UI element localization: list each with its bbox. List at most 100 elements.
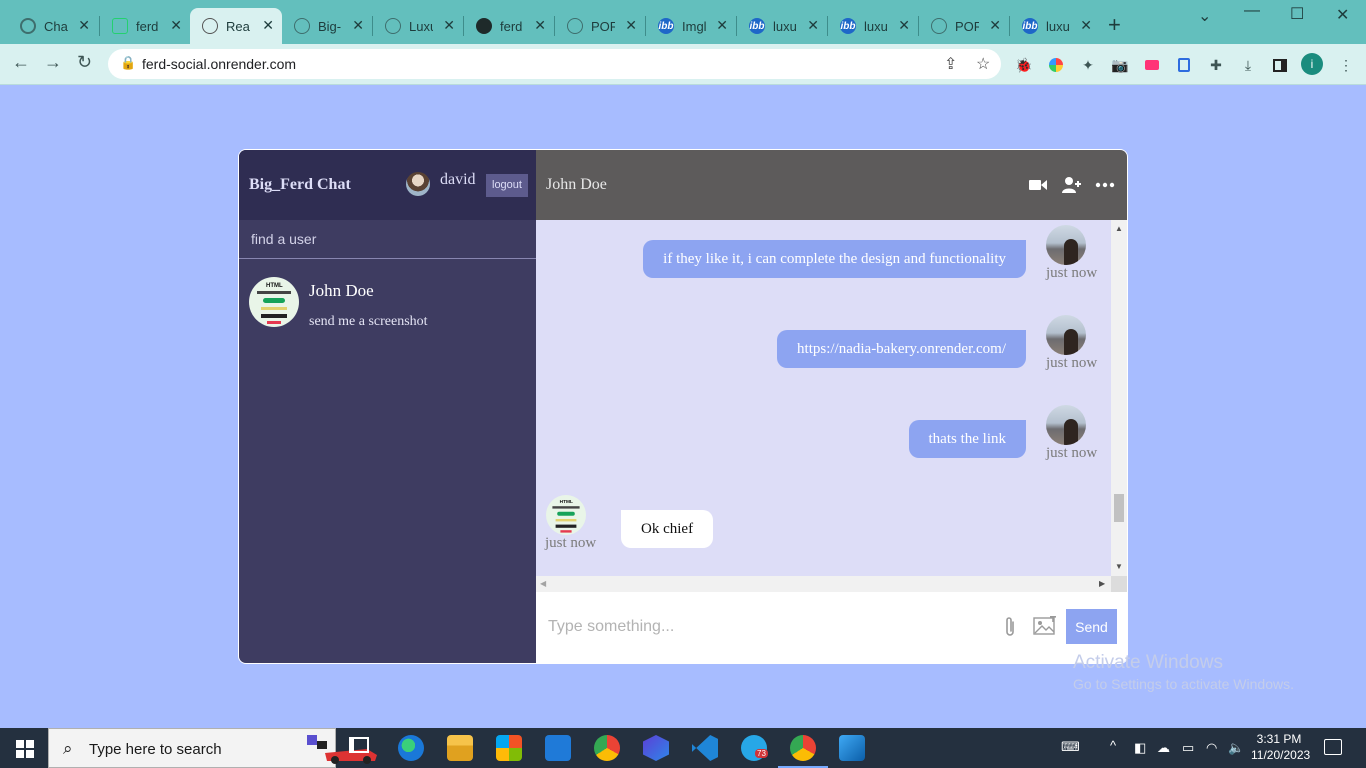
browser-tab[interactable]: ferd ✕ — [100, 8, 190, 44]
messages-area[interactable]: if they like it, i can complete the desi… — [536, 220, 1111, 576]
file-explorer-icon[interactable] — [447, 735, 473, 761]
contact-name: John Doe — [309, 281, 374, 300]
current-user-name: david — [440, 171, 476, 188]
share-icon[interactable]: ⇪ — [944, 54, 957, 74]
profile-avatar[interactable]: i — [1301, 53, 1323, 75]
browser-tab[interactable]: ibb Imgl ✕ — [646, 8, 736, 44]
windows-start-icon[interactable] — [16, 740, 34, 758]
close-icon[interactable]: ✕ — [898, 17, 910, 34]
add-user-icon[interactable] — [1061, 175, 1081, 195]
chrome-active-icon[interactable] — [778, 735, 828, 768]
logout-button[interactable]: logout — [486, 174, 528, 197]
close-icon[interactable]: ✕ — [625, 17, 637, 34]
browser-tab[interactable]: ibb luxu ✕ — [737, 8, 827, 44]
close-icon[interactable]: ✕ — [989, 17, 1001, 34]
tab-title: Reac — [226, 18, 250, 34]
bookmark-star-icon[interactable]: ☆ — [976, 54, 990, 74]
photos-app-icon[interactable] — [839, 735, 865, 761]
forward-arrow-icon[interactable]: → — [44, 52, 62, 73]
user-avatar — [406, 172, 430, 196]
close-icon[interactable]: ✕ — [78, 17, 90, 34]
close-icon[interactable]: ✕ — [716, 17, 728, 34]
tab-search-chevron-icon[interactable]: ⌄ — [1198, 6, 1211, 26]
microsoft-store-icon[interactable] — [496, 735, 522, 761]
bug-extension-icon[interactable]: 🐞 — [1015, 56, 1033, 74]
video-camera-icon[interactable] — [1028, 175, 1048, 195]
last-message-preview: send me a screenshot — [309, 314, 428, 329]
message-input[interactable] — [548, 616, 988, 638]
close-icon[interactable]: ✕ — [352, 17, 364, 34]
maximize-icon[interactable]: ☐ — [1290, 4, 1304, 24]
scroll-down-arrow-icon[interactable]: ▼ — [1115, 562, 1123, 571]
scrollbar-thumb[interactable] — [1114, 494, 1124, 522]
telegram-icon[interactable]: 73 — [741, 735, 768, 761]
close-icon[interactable]: ✕ — [443, 17, 455, 34]
new-tab-plus-icon[interactable]: + — [1108, 12, 1121, 38]
taskbar-search-box[interactable]: ⌕ Type here to search — [48, 728, 377, 768]
browser-tab[interactable]: ibb luxu ✕ — [828, 8, 918, 44]
mail-icon[interactable] — [545, 735, 571, 761]
edge-browser-icon[interactable] — [398, 735, 424, 761]
address-bar[interactable]: 🔒 ferd-social.onrender.com ⇪ ☆ — [108, 49, 1001, 79]
notification-center-icon[interactable] — [1324, 739, 1342, 755]
close-icon[interactable]: ✕ — [534, 17, 546, 34]
recorder-extension-icon[interactable] — [1143, 56, 1161, 74]
lock-icon[interactable]: 🔒 — [120, 55, 136, 71]
meet-now-icon[interactable]: ◧ — [1134, 740, 1146, 756]
vertical-scrollbar[interactable]: ▲ ▼ — [1111, 220, 1127, 576]
browser-tab[interactable]: Luxu ✕ — [373, 8, 463, 44]
browser-tab[interactable]: POR ✕ — [555, 8, 645, 44]
close-icon[interactable]: ✕ — [1080, 17, 1092, 34]
browser-tab[interactable]: POR ✕ — [919, 8, 1009, 44]
app-logo-text: Big_Ferd Chat — [249, 176, 351, 193]
scroll-up-arrow-icon[interactable]: ▲ — [1115, 224, 1123, 233]
current-user: david — [406, 171, 476, 196]
browser-tab[interactable]: Big- ✕ — [282, 8, 372, 44]
send-button[interactable]: Send — [1066, 609, 1117, 644]
back-arrow-icon[interactable]: ← — [12, 52, 30, 73]
scroll-left-arrow-icon[interactable]: ◀ — [540, 579, 546, 588]
keyboard-icon[interactable]: ⌨ — [1061, 739, 1080, 755]
close-icon[interactable]: ✕ — [807, 17, 819, 34]
browser-toolbar: ← → ↻ 🔒 ferd-social.onrender.com ⇪ ☆ 🐞 ✦… — [0, 44, 1366, 85]
chrome-icon[interactable] — [594, 735, 620, 761]
scroll-right-arrow-icon[interactable]: ▶ — [1099, 579, 1105, 588]
globe-icon — [931, 18, 947, 34]
vscode-icon[interactable] — [692, 735, 718, 761]
more-options-icon[interactable] — [1095, 175, 1115, 195]
wifi-icon[interactable]: ◠ — [1206, 740, 1217, 756]
side-panel-icon[interactable] — [1271, 56, 1289, 74]
visual-studio-app-icon[interactable] — [643, 735, 669, 761]
tab-title: luxu — [773, 18, 797, 34]
paperclip-icon[interactable] — [1002, 616, 1018, 638]
system-clock[interactable]: 3:31 PM 11/20/2023 — [1251, 732, 1310, 762]
extension-icon[interactable]: ✦ — [1079, 56, 1097, 74]
browser-tab[interactable]: ibb luxu ✕ — [1010, 8, 1100, 44]
horizontal-scrollbar[interactable]: ◀ ▶ — [536, 576, 1111, 592]
message-owner: thats the link just now — [536, 400, 1111, 490]
reload-icon[interactable]: ↻ — [77, 52, 92, 73]
onedrive-icon[interactable]: ☁ — [1157, 740, 1170, 756]
find-user-input[interactable] — [251, 231, 511, 247]
task-view-icon[interactable] — [349, 737, 375, 763]
chat-list-item[interactable]: HTML John Doe send me a screenshot — [239, 260, 535, 340]
download-icon[interactable]: ⤓ — [1239, 56, 1257, 74]
image-upload-icon[interactable] — [1033, 616, 1057, 636]
close-icon[interactable]: ✕ — [262, 17, 274, 34]
kebab-menu-icon[interactable]: ⋮ — [1337, 56, 1355, 74]
minimize-icon[interactable]: — — [1244, 2, 1260, 20]
camera-extension-icon[interactable]: 📷 — [1111, 56, 1129, 74]
browser-tab-active[interactable]: Reac ✕ — [190, 8, 282, 44]
close-icon[interactable]: ✕ — [170, 17, 182, 34]
clipboard-extension-icon[interactable] — [1175, 56, 1193, 74]
color-picker-extension-icon[interactable] — [1047, 56, 1065, 74]
close-window-icon[interactable]: ✕ — [1336, 5, 1349, 25]
puzzle-extensions-icon[interactable]: ✚ — [1207, 56, 1225, 74]
message-owner: if they like it, i can complete the desi… — [536, 220, 1111, 310]
volume-icon[interactable]: 🔈 — [1228, 740, 1244, 756]
battery-icon[interactable]: ▭ — [1182, 740, 1194, 756]
browser-tab[interactable]: ferd ✕ — [464, 8, 554, 44]
tab-title: luxu — [1046, 18, 1070, 34]
chevron-up-icon[interactable]: ^ — [1110, 738, 1116, 753]
browser-tab[interactable]: Chat ✕ — [8, 8, 98, 44]
